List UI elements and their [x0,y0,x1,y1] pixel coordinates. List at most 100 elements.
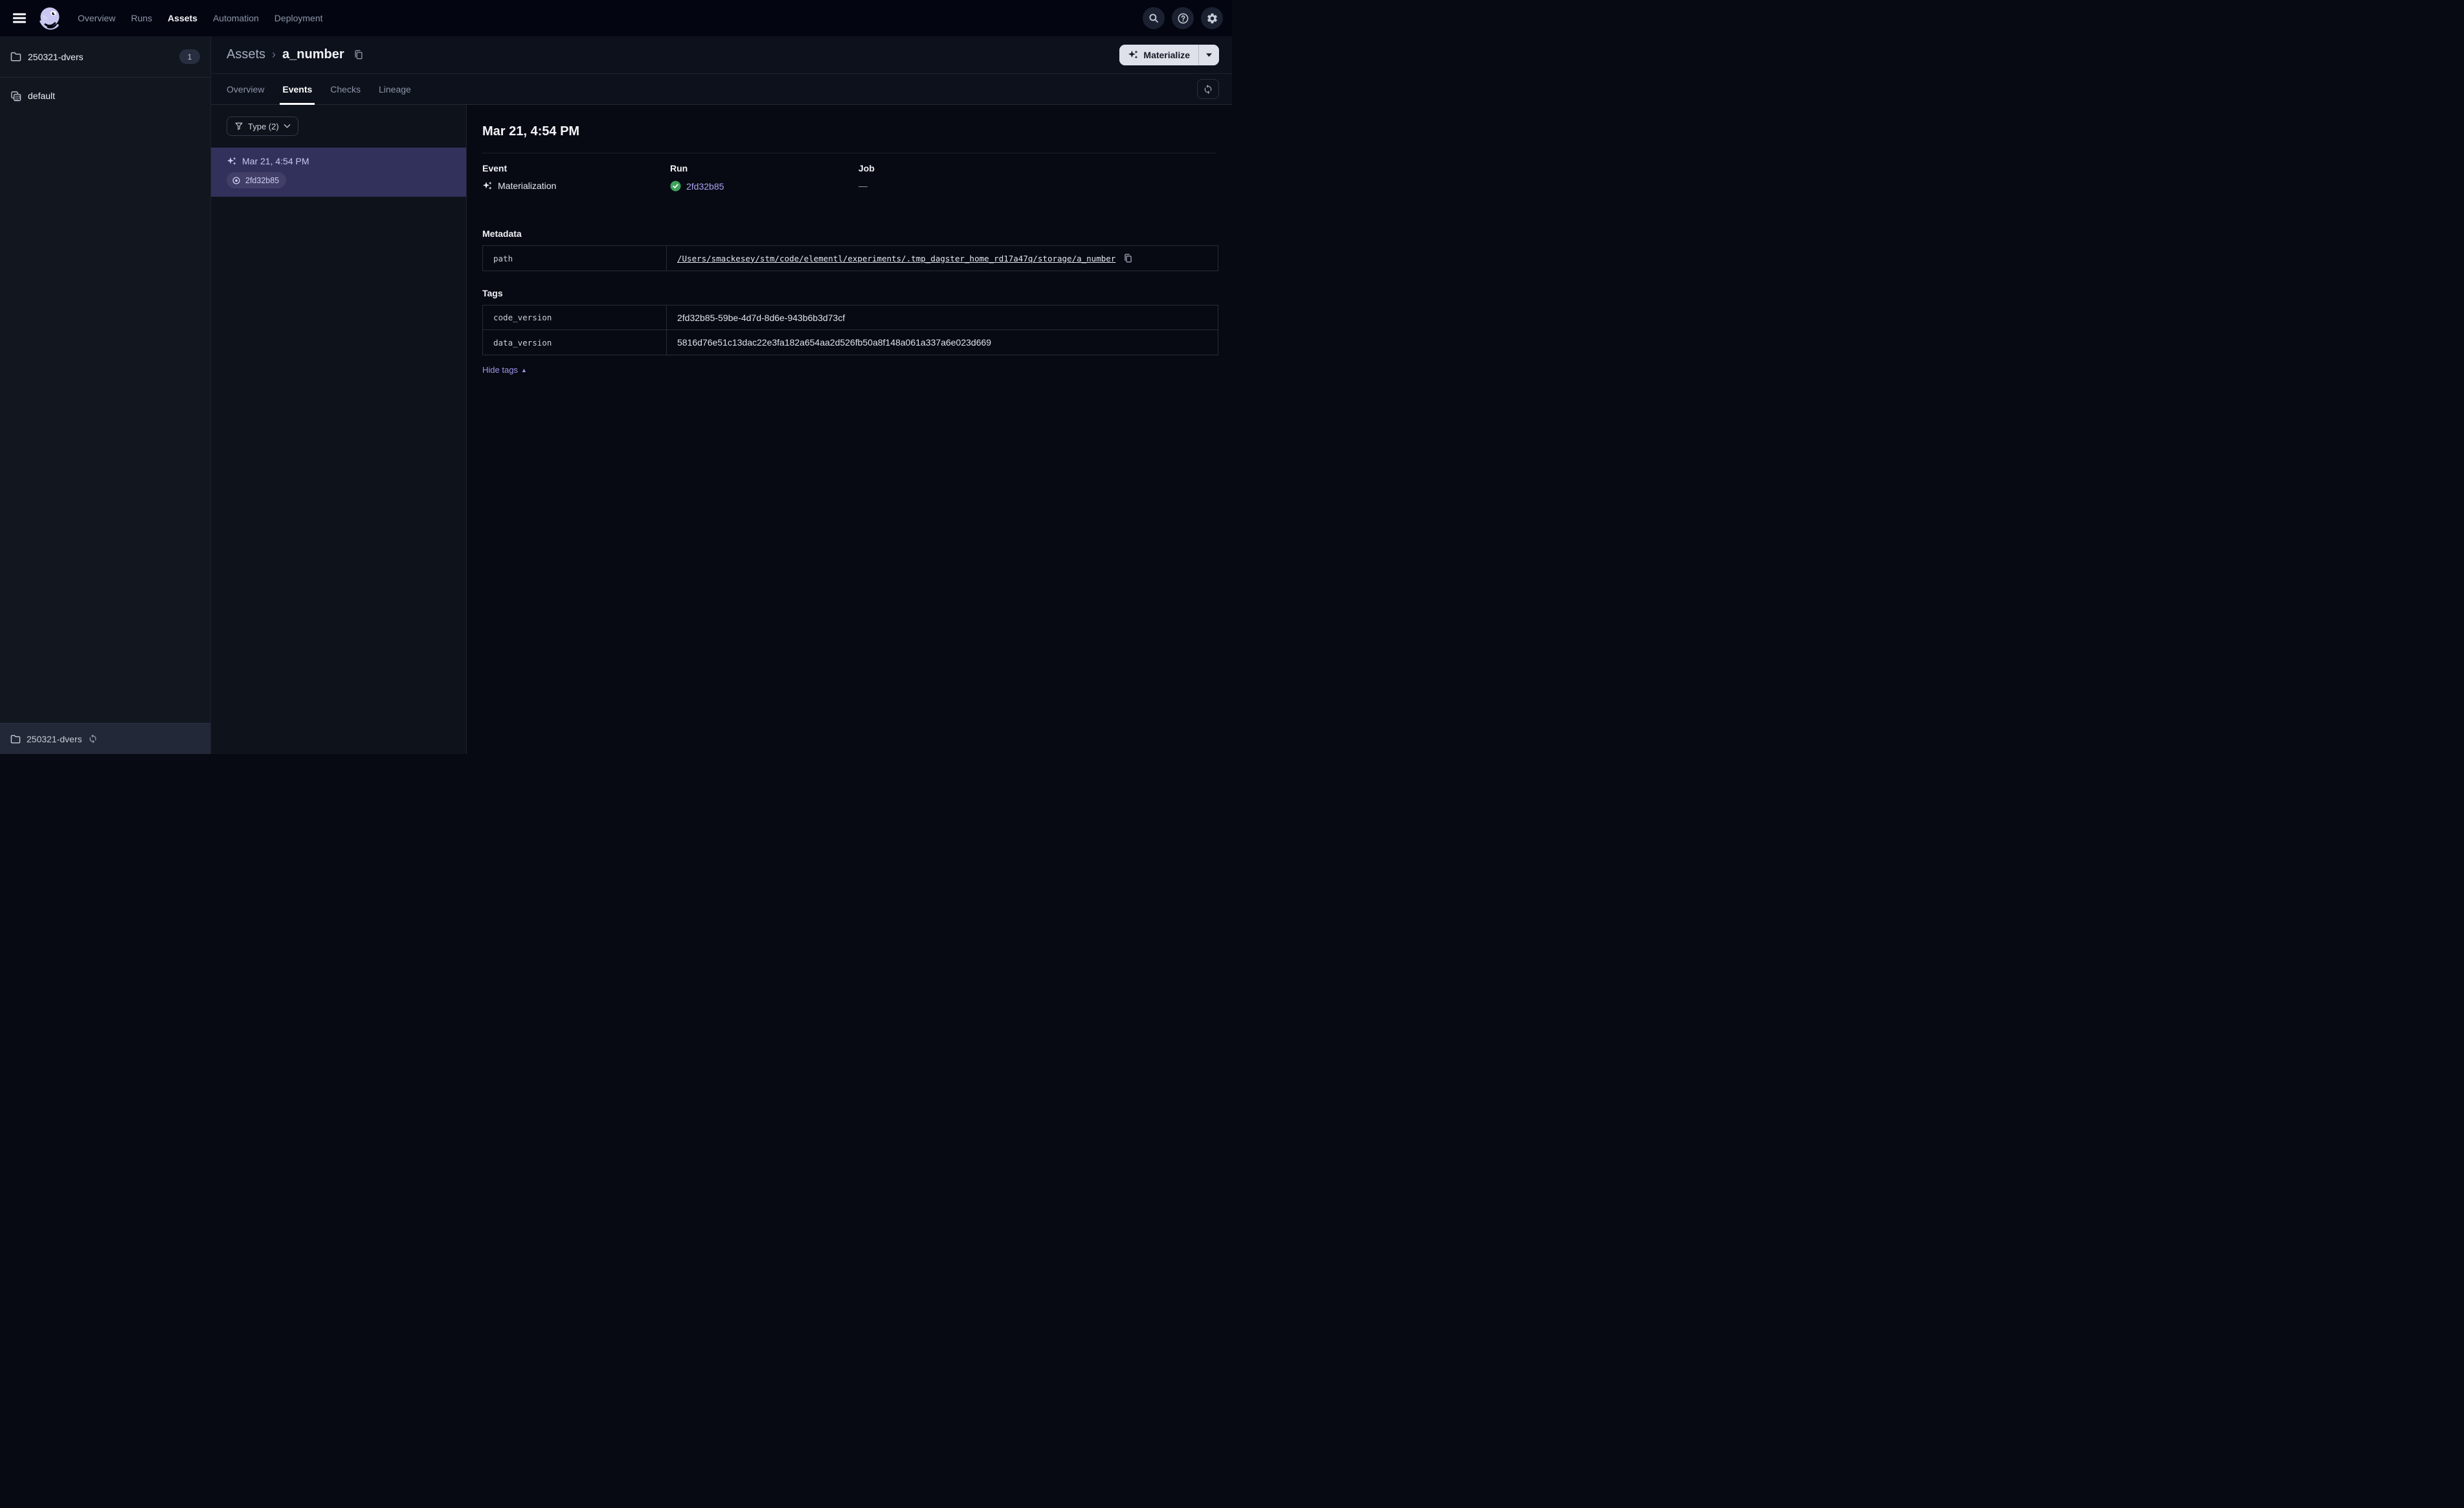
footer-code-location-label: 250321-dvers [27,733,82,744]
content-header: Assets › a_number Materialize [211,36,1232,74]
nav-deployment[interactable]: Deployment [273,9,324,27]
materialize-split-button: Materialize [1119,44,1219,65]
table-row: code_version 2fd32b85-59be-4d7d-8d6e-943… [483,305,1218,330]
job-empty-value: — [858,181,868,191]
settings-button[interactable] [1201,7,1223,29]
sidebar: 250321-dvers 1 default 250321-dvers [0,36,211,754]
content: Assets › a_number Materialize Overview E… [211,36,1232,754]
sparkle-icon [1128,49,1139,60]
folder-icon [10,52,21,61]
sidebar-footer: 250321-dvers [0,723,210,754]
metadata-path-link[interactable]: /Users/smackesey/stm/code/elementl/exper… [677,254,1115,263]
run-column: Run 2fd32b85 [670,163,858,192]
materialize-label: Materialize [1143,49,1190,60]
run-id-pill[interactable]: 2fd32b85 [227,172,287,188]
breadcrumb-separator: › [272,48,276,61]
copy-asset-name-button[interactable] [352,48,365,61]
nav-assets[interactable]: Assets [166,9,199,27]
metadata-value-cell: /Users/smackesey/stm/code/elementl/exper… [667,246,1218,271]
tag-value: 2fd32b85-59be-4d7d-8d6e-943b6b3d73cf [677,312,846,323]
sidebar-item-code-location[interactable]: 250321-dvers 1 [0,36,210,78]
event-timestamp: Mar 21, 4:54 PM [242,156,309,166]
folder-icon [10,735,21,744]
sync-icon [1203,84,1213,94]
topbar: Overview Runs Assets Automation Deployme… [0,0,1232,36]
materialize-options-button[interactable] [1198,44,1219,65]
search-icon [1148,12,1159,24]
dagster-app: Overview Runs Assets Automation Deployme… [0,0,1232,754]
tag-key: data_version [483,330,667,355]
caret-up-icon: ▲ [521,366,527,373]
events-list-panel: Type (2) Mar 21, 4:54 PM 2fd32b85 [211,105,467,754]
search-button[interactable] [1143,7,1165,29]
refresh-events-button[interactable] [1197,79,1219,99]
event-list-item[interactable]: Mar 21, 4:54 PM 2fd32b85 [211,148,466,197]
filter-funnel-icon [234,122,243,131]
materialization-sparkle-icon [227,156,237,166]
tab-overview[interactable]: Overview [227,74,264,104]
asset-tabs: Overview Events Checks Lineage [227,74,411,105]
sidebar-item-default-group[interactable]: default [0,78,210,114]
reload-code-location-button[interactable] [88,734,98,744]
tag-key: code_version [483,305,667,329]
materialize-button[interactable]: Materialize [1119,44,1198,65]
breadcrumb: Assets › a_number [227,47,365,62]
gear-icon [1206,12,1218,25]
nav-automation[interactable]: Automation [212,9,260,27]
copy-path-button[interactable] [1122,252,1134,265]
table-row: data_version 5816d76e51c13dac22e3fa182a6… [483,330,1218,355]
help-button[interactable] [1172,7,1194,29]
tab-checks[interactable]: Checks [330,74,361,104]
type-filter-label: Type (2) [248,121,279,131]
run-value: 2fd32b85 [670,181,858,192]
tabs-row: Overview Events Checks Lineage [211,74,1232,105]
dagster-logo-icon[interactable] [36,5,63,32]
hamburger-icon [13,13,26,23]
help-icon [1177,12,1189,25]
run-target-icon [232,176,241,185]
chevron-down-icon [284,124,291,129]
job-column-label: Job [858,163,875,173]
metadata-key: path [483,246,667,271]
topbar-actions [1143,7,1223,29]
asset-count-badge: 1 [179,49,200,64]
event-summary-columns: Event Materialization Run 2fd32b85 Job — [482,163,1216,192]
sync-icon [88,734,98,744]
hide-tags-link[interactable]: Hide tags ▲ [482,365,527,375]
event-type-label: Materialization [498,181,557,191]
top-navigation: Overview Runs Assets Automation Deployme… [76,9,324,27]
table-row: path /Users/smackesey/stm/code/elementl/… [483,246,1218,271]
job-value: — [858,181,1216,191]
copy-icon [353,49,364,60]
metadata-table: path /Users/smackesey/stm/code/elementl/… [482,245,1218,271]
asset-group-label: default [28,91,56,101]
materialization-sparkle-icon [482,181,493,191]
metadata-heading: Metadata [482,228,522,239]
tags-table: code_version 2fd32b85-59be-4d7d-8d6e-943… [482,305,1218,355]
page-title: a_number [282,47,344,61]
run-column-label: Run [670,163,688,173]
hamburger-menu-button[interactable] [6,5,32,31]
tags-heading: Tags [482,288,503,298]
nav-runs[interactable]: Runs [129,9,153,27]
tag-value: 5816d76e51c13dac22e3fa182a654aa2d526fb50… [677,337,992,348]
event-column-label: Event [482,163,508,173]
type-filter-button[interactable]: Type (2) [227,116,298,136]
code-location-label: 250321-dvers [28,51,84,62]
tab-lineage[interactable]: Lineage [379,74,411,104]
caret-down-icon [1205,52,1213,58]
event-type-value: Materialization [482,181,670,191]
breadcrumb-assets-link[interactable]: Assets [227,47,265,62]
hide-tags-label: Hide tags [482,365,518,375]
tab-events[interactable]: Events [280,74,315,105]
event-detail-panel: Mar 21, 4:54 PM Event Materialization Ru… [467,105,1232,754]
event-detail-title: Mar 21, 4:54 PM [482,124,580,139]
run-id-label: 2fd32b85 [245,175,280,185]
run-id-link[interactable]: 2fd32b85 [686,181,724,192]
nav-overview[interactable]: Overview [76,9,117,27]
event-column: Event Materialization [482,163,670,192]
copy-icon [1123,253,1133,263]
filter-row: Type (2) [211,105,466,136]
asset-group-icon [10,91,21,102]
